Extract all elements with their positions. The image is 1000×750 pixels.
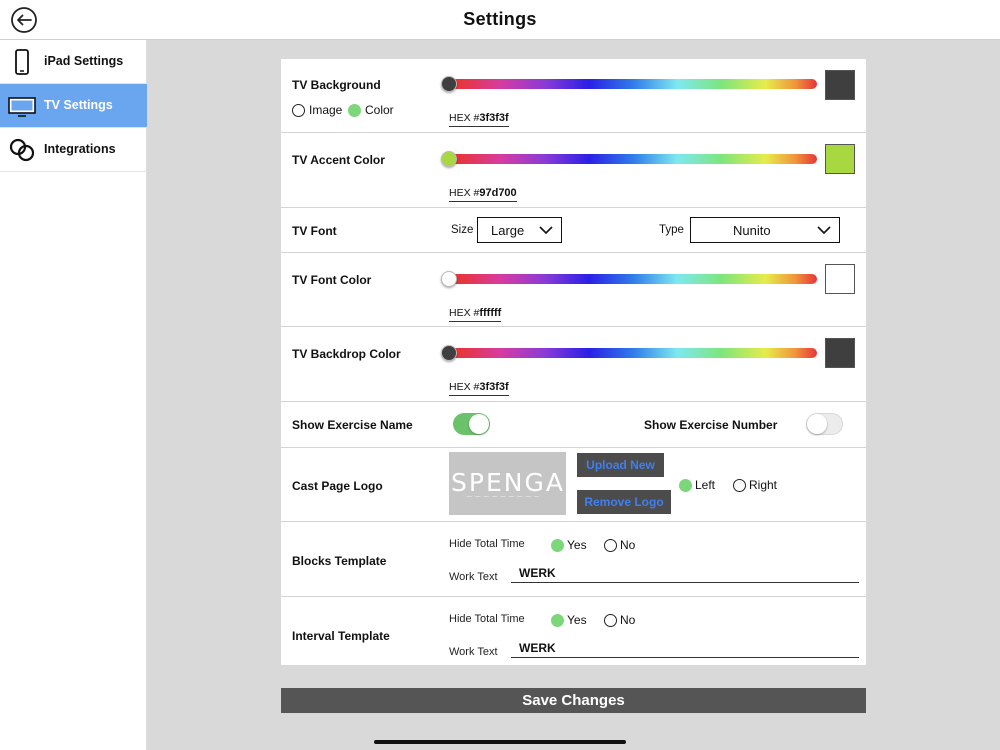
input-value: WERK [519, 641, 556, 655]
hex-field[interactable]: HEX #3f3f3f [449, 112, 509, 127]
toggle-knob [469, 414, 489, 434]
hex-value: 3f3f3f [479, 112, 509, 124]
image-radio-label: Image [309, 103, 343, 117]
hex-value: 3f3f3f [479, 381, 509, 393]
home-indicator [374, 740, 626, 744]
hex-prefix: HEX # [449, 307, 480, 319]
interval-template-row: Interval Template Hide Total Time Yes No… [281, 597, 866, 665]
hex-prefix: HEX # [449, 112, 480, 124]
blocks-template-row: Blocks Template Hide Total Time Yes No W… [281, 522, 866, 597]
font-type-select[interactable]: Nunito [690, 217, 840, 243]
show-exercise-name-toggle[interactable] [453, 413, 490, 435]
ipad-icon [15, 49, 29, 75]
cast-logo-row: Cast Page Logo SPENGA — — — — — — — — — … [281, 448, 866, 522]
sidebar: iPad Settings TV Settings Integrations [0, 40, 147, 750]
hex-field[interactable]: HEX #ffffff [449, 307, 502, 322]
align-left-radio[interactable] [679, 479, 692, 492]
hex-field[interactable]: HEX #97d700 [449, 187, 517, 202]
hide-yes-label: Yes [567, 613, 587, 627]
hide-no-radio[interactable] [604, 614, 617, 627]
hide-total-time-label: Hide Total Time [449, 538, 525, 550]
select-value: Large [491, 223, 525, 238]
input-value: WERK [519, 566, 556, 580]
link-icon [9, 138, 35, 162]
tv-icon [8, 97, 36, 117]
save-changes-button[interactable]: Save Changes [281, 688, 866, 713]
show-exercise-number-toggle[interactable] [806, 413, 843, 435]
hide-yes-label: Yes [567, 538, 587, 552]
sidebar-item-integrations[interactable]: Integrations [0, 128, 147, 172]
select-value: Nunito [733, 223, 771, 238]
hide-yes-radio[interactable] [551, 614, 564, 627]
upload-logo-button[interactable]: Upload New [577, 453, 664, 477]
sidebar-item-ipad-settings[interactable]: iPad Settings [0, 40, 147, 84]
tv-font-row: TV Font Size Large Type Nunito [281, 208, 866, 253]
color-slider[interactable] [449, 79, 817, 89]
row-label: TV Accent Color [292, 153, 385, 167]
hide-yes-radio[interactable] [551, 539, 564, 552]
slider-thumb[interactable] [441, 151, 457, 167]
work-text-label: Work Text [449, 571, 498, 583]
top-bar: Settings [0, 0, 1000, 40]
hex-prefix: HEX # [449, 187, 480, 199]
align-right-radio[interactable] [733, 479, 746, 492]
chevron-down-icon [539, 226, 553, 235]
color-swatch[interactable] [825, 144, 855, 174]
font-size-select[interactable]: Large [477, 217, 562, 243]
size-label: Size [451, 224, 474, 236]
logo-preview: SPENGA — — — — — — — — — [449, 452, 566, 515]
color-radio[interactable] [348, 104, 361, 117]
row-label: TV Backdrop Color [292, 347, 401, 361]
color-swatch[interactable] [825, 70, 855, 100]
color-slider[interactable] [449, 274, 817, 284]
row-label: Blocks Template [292, 554, 387, 568]
align-right-label: Right [749, 478, 778, 492]
image-radio[interactable] [292, 104, 305, 117]
hex-value: 97d700 [479, 187, 517, 199]
hide-no-radio[interactable] [604, 539, 617, 552]
color-swatch[interactable] [825, 338, 855, 368]
sidebar-item-tv-settings[interactable]: TV Settings [0, 84, 147, 128]
row-label: TV Font Color [292, 273, 372, 287]
row-label: Show Exercise Number [644, 418, 778, 432]
row-label: TV Font [292, 224, 337, 238]
show-exercise-row: Show Exercise Name Show Exercise Number [281, 402, 866, 448]
work-text-input[interactable]: WERK [511, 563, 859, 583]
type-label: Type [659, 224, 684, 236]
remove-logo-button[interactable]: Remove Logo [577, 490, 671, 514]
chevron-down-icon [817, 226, 831, 235]
hex-value: ffffff [479, 307, 502, 319]
slider-thumb[interactable] [441, 345, 457, 361]
sidebar-item-label: iPad Settings [44, 54, 124, 68]
color-radio-label: Color [365, 103, 394, 117]
slider-thumb[interactable] [441, 76, 457, 92]
tv-settings-panel: TV Background Image Color HEX #3f3f3f TV… [281, 59, 866, 665]
sidebar-item-label: TV Settings [44, 98, 113, 112]
tv-font-color-row: TV Font Color HEX #ffffff [281, 253, 866, 327]
tv-backdrop-row: TV Backdrop Color HEX #3f3f3f [281, 327, 866, 402]
row-label: Cast Page Logo [292, 479, 383, 493]
row-label: Interval Template [292, 629, 390, 643]
hex-field[interactable]: HEX #3f3f3f [449, 381, 509, 396]
color-slider[interactable] [449, 348, 817, 358]
slider-thumb[interactable] [441, 271, 457, 287]
work-text-label: Work Text [449, 646, 498, 658]
color-slider[interactable] [449, 154, 817, 164]
work-text-input[interactable]: WERK [511, 638, 859, 658]
row-label: Show Exercise Name [292, 418, 413, 432]
align-left-label: Left [695, 478, 716, 492]
color-swatch[interactable] [825, 264, 855, 294]
hide-no-label: No [620, 538, 636, 552]
tv-accent-row: TV Accent Color HEX #97d700 [281, 133, 866, 208]
hide-total-time-label: Hide Total Time [449, 613, 525, 625]
logo-tagline: — — — — — — — — — [467, 494, 541, 500]
hide-no-label: No [620, 613, 636, 627]
hex-prefix: HEX # [449, 381, 480, 393]
page-title: Settings [463, 9, 537, 29]
tv-background-row: TV Background Image Color HEX #3f3f3f [281, 59, 866, 133]
sidebar-item-label: Integrations [44, 142, 116, 156]
toggle-knob [807, 414, 827, 434]
logo-wordmark: SPENGA [451, 468, 565, 497]
row-label: TV Background [292, 78, 381, 92]
